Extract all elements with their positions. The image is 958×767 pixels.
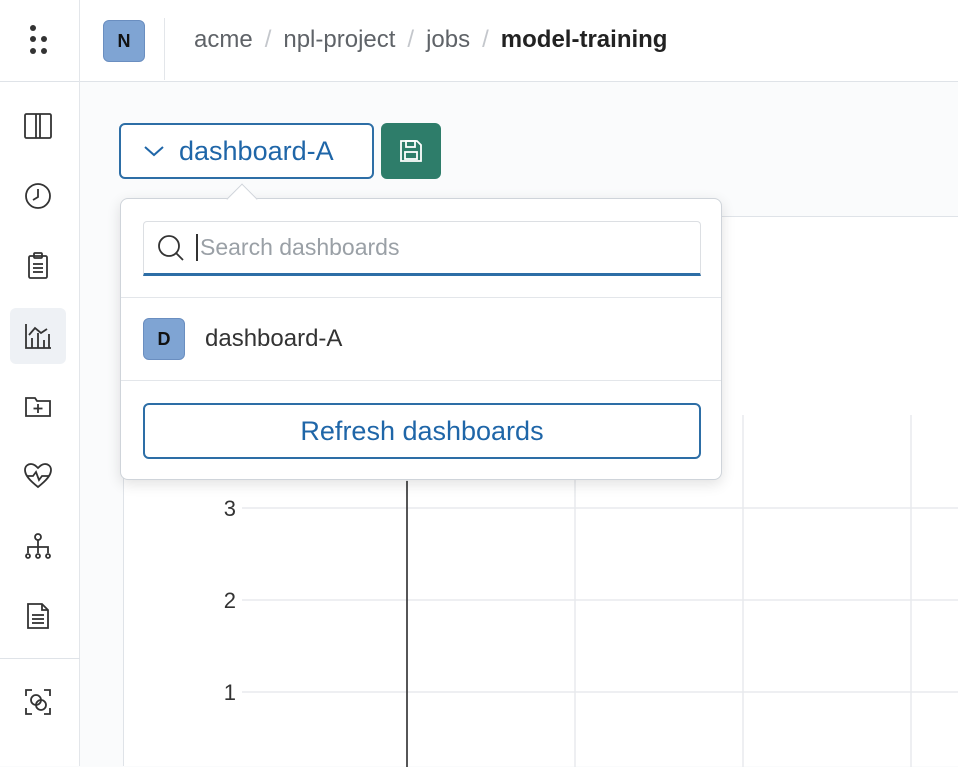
sidebar-item-tasks[interactable] bbox=[10, 238, 66, 294]
sidebar bbox=[0, 82, 80, 766]
divider bbox=[121, 380, 721, 381]
breadcrumb: acme / npl-project / jobs / model-traini… bbox=[194, 26, 667, 54]
breadcrumb-org[interactable]: acme bbox=[194, 26, 253, 54]
top-bar: N acme / npl-project / jobs / model-trai… bbox=[0, 0, 958, 82]
dashboard-name: dashboard-A bbox=[205, 325, 343, 352]
y-tick-label: 3 bbox=[224, 496, 236, 521]
sidebar-item-folders[interactable] bbox=[10, 378, 66, 434]
apps-menu-button[interactable] bbox=[0, 0, 80, 82]
breadcrumb-separator: / bbox=[482, 26, 489, 53]
breadcrumb-separator: / bbox=[407, 26, 415, 53]
dashboard-popover: D dashboard-A Refresh dashboards bbox=[120, 183, 722, 480]
folder-add-icon bbox=[25, 397, 51, 417]
heartbeat-icon bbox=[24, 463, 52, 489]
clipboard-icon bbox=[28, 252, 48, 279]
scan-icon bbox=[25, 689, 51, 715]
apps-grid-icon bbox=[29, 25, 47, 54]
chevron-down-icon bbox=[144, 146, 164, 157]
sidebar-item-history[interactable] bbox=[10, 168, 66, 224]
sidebar-item-panels[interactable] bbox=[10, 98, 66, 154]
search-input[interactable] bbox=[196, 234, 676, 261]
dashboard-selector[interactable]: dashboard-A bbox=[119, 123, 374, 179]
list-item[interactable]: D dashboard-A bbox=[121, 299, 721, 379]
dashboard-avatar: D bbox=[143, 318, 185, 360]
clock-icon bbox=[25, 183, 51, 209]
breadcrumb-jobs[interactable]: jobs bbox=[426, 26, 470, 54]
chart-analytics-icon bbox=[25, 324, 51, 349]
divider bbox=[121, 297, 721, 298]
refresh-dashboards-button[interactable]: Refresh dashboards bbox=[143, 403, 701, 459]
sidebar-item-monitoring[interactable] bbox=[10, 448, 66, 504]
panel-split-icon bbox=[24, 113, 52, 139]
search-icon bbox=[158, 234, 184, 261]
sidebar-item-reports[interactable] bbox=[10, 588, 66, 644]
breadcrumb-current: model-training bbox=[500, 26, 668, 53]
breadcrumb-separator: / bbox=[264, 26, 272, 53]
breadcrumb-project[interactable]: npl-project bbox=[283, 26, 395, 54]
hierarchy-icon bbox=[25, 533, 51, 559]
divider bbox=[164, 18, 165, 80]
sidebar-item-scan[interactable] bbox=[10, 674, 66, 730]
y-tick-label: 2 bbox=[224, 588, 236, 613]
dashboard-selector-label: dashboard-A bbox=[179, 135, 334, 166]
save-icon bbox=[400, 140, 422, 162]
sidebar-divider bbox=[0, 658, 80, 659]
save-button[interactable] bbox=[381, 123, 441, 179]
sidebar-item-analytics[interactable] bbox=[10, 308, 66, 364]
y-tick-label: 1 bbox=[224, 680, 236, 705]
search-box[interactable] bbox=[143, 221, 701, 276]
document-icon bbox=[27, 603, 49, 629]
sidebar-item-pipelines[interactable] bbox=[10, 518, 66, 574]
avatar[interactable]: N bbox=[103, 20, 145, 62]
